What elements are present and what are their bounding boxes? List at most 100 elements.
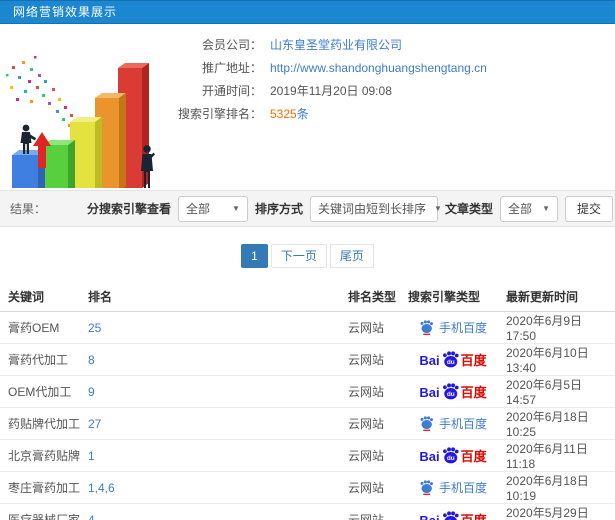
rank-cell: 1,4,6: [80, 471, 340, 504]
mobile-baidu-label: 手机百度: [438, 481, 487, 495]
rank-link[interactable]: 27: [88, 417, 101, 431]
sort-selected: 关键词由短到长排序: [317, 202, 426, 216]
rank-type-cell: 云网站: [340, 471, 400, 504]
mobile-baidu-label: 手机百度: [438, 417, 487, 431]
info-row-rank-count: 搜索引擎排名： 5325条: [170, 107, 487, 121]
col-rank: 排名: [80, 282, 340, 312]
updated-cell: 2020年6月18日 10:25: [498, 407, 615, 440]
engine-cell: 手机百度: [400, 407, 498, 440]
article-type-label: 文章类型: [444, 202, 493, 216]
rank-type-cell: 云网站: [340, 407, 400, 440]
result-label: 结果：: [10, 202, 47, 216]
table-row: OEM代加工 9 云网站 Bai du 百度 2020年6月5日 14:57: [0, 375, 615, 408]
baidu-paw-icon: du: [442, 447, 459, 464]
rank-link[interactable]: 4: [88, 513, 95, 520]
next-page-button[interactable]: 下一页: [270, 244, 327, 268]
col-rank-type: 排名类型: [340, 282, 400, 312]
chevron-down-icon: ▼: [232, 204, 240, 213]
company-info-list: 会员公司： 山东皇圣堂药业有限公司 推广地址： http://www.shand…: [170, 28, 487, 190]
businessman-left: [20, 124, 36, 154]
promo-url-link[interactable]: http://www.shandonghuangshengtang.cn: [270, 61, 487, 75]
rank-link[interactable]: 1: [88, 449, 95, 463]
baidu-paw-icon: du: [442, 383, 459, 400]
engine-cell: 手机百度: [400, 471, 498, 504]
keyword-cell: 医疗器械厂家: [0, 503, 80, 520]
rank-cell: 8: [80, 343, 340, 376]
sort-select[interactable]: 关键词由短到长排序 ▼: [309, 195, 442, 222]
open-time-label: 开通时间：: [201, 84, 262, 98]
baidu-hanzi-text: 百度: [460, 353, 487, 368]
article-type-select[interactable]: 全部 ▼: [499, 195, 558, 222]
rank-link[interactable]: 25: [88, 321, 101, 335]
confetti-dots: [6, 56, 77, 127]
col-keyword: 关键词: [0, 282, 80, 312]
mobile-baidu-logo: 手机百度: [419, 479, 487, 496]
table-header-row: 关键词 排名 排名类型 搜索引擎类型 最新更新时间: [0, 282, 615, 312]
engine-rank-label: 搜索引擎排名：: [177, 107, 262, 121]
keyword-cell: 膏药代加工: [0, 343, 80, 376]
page-button-current[interactable]: 1: [241, 244, 268, 268]
baidu-hanzi-text: 百度: [460, 385, 487, 400]
engine-view-select[interactable]: 全部 ▼: [177, 195, 248, 222]
baidu-bai-text: Bai: [419, 385, 440, 400]
table-row: 膏药代加工 8 云网站 Bai du 百度 2020年6月10日 13:40: [0, 343, 615, 376]
rank-type-cell: 云网站: [340, 343, 400, 376]
promo-url-label: 推广地址：: [201, 61, 262, 75]
updated-cell: 2020年6月11日 11:18: [498, 439, 615, 472]
baidu-logo: Bai du 百度: [419, 511, 487, 520]
baidu-paw-icon: du: [442, 511, 459, 520]
rank-cell: 27: [80, 407, 340, 440]
keyword-cell: 枣庄膏药加工: [0, 471, 80, 504]
table-row: 枣庄膏药加工 1,4,6 云网站 手机百度 2020年6月18日 10:19: [0, 471, 615, 504]
chevron-down-icon: ▼: [542, 204, 550, 213]
baidu-du-text: du: [446, 359, 454, 366]
rank-link[interactable]: 8: [88, 353, 95, 367]
submit-button[interactable]: 提交: [564, 195, 613, 222]
filter-controls: 分搜索引擎查看 全部 ▼ 排序方式 关键词由短到长排序 ▼ 文章类型 全部 ▼ …: [86, 195, 613, 222]
updated-cell: 2020年6月5日 14:57: [498, 375, 615, 408]
mobile-baidu-logo: 手机百度: [419, 319, 487, 336]
page-title-bar: 网络营销效果展示: [0, 0, 615, 24]
baidu-bai-text: Bai: [419, 449, 440, 464]
member-company-label: 会员公司：: [201, 38, 262, 52]
rank-type-cell: 云网站: [340, 311, 400, 344]
company-info-section: 会员公司： 山东皇圣堂药业有限公司 推广地址： http://www.shand…: [0, 24, 615, 190]
info-row-open-time: 开通时间： 2019年11月20日 09:08: [170, 84, 487, 98]
member-company-link[interactable]: 山东皇圣堂药业有限公司: [270, 38, 402, 52]
rank-type-cell: 云网站: [340, 375, 400, 408]
chevron-down-icon: ▼: [433, 204, 442, 213]
baidu-hanzi-text: 百度: [460, 449, 487, 464]
results-table: 关键词 排名 排名类型 搜索引擎类型 最新更新时间 膏药OEM 25 云网站 手…: [0, 282, 615, 520]
mobile-baidu-label: 手机百度: [438, 321, 487, 335]
rank-cell: 9: [80, 375, 340, 408]
engine-cell: Bai du 百度: [400, 503, 498, 520]
baidu-bai-text: Bai: [419, 353, 440, 368]
sort-label: 排序方式: [254, 202, 303, 216]
baidu-hanzi-text: 百度: [461, 514, 487, 520]
rank-cell: 1: [80, 439, 340, 472]
baidu-du-text: du: [446, 391, 454, 398]
baidu-logo: Bai du 百度: [419, 383, 487, 400]
engine-cell: Bai du 百度: [400, 375, 498, 408]
engine-view-label: 分搜索引擎查看: [86, 202, 171, 216]
baidu-bai-text: Bai: [419, 514, 439, 520]
rank-link[interactable]: 1,4,6: [88, 481, 115, 495]
table-row: 北京膏药贴牌 1 云网站 Bai du 百度 2020年6月11日 11:18: [0, 439, 615, 472]
rank-link[interactable]: 9: [88, 385, 95, 399]
info-row-member: 会员公司： 山东皇圣堂药业有限公司: [170, 38, 487, 52]
table-row: 医疗器械厂家 4 云网站 Bai du 百度 2020年5月29日 10:32: [0, 503, 615, 520]
col-updated: 最新更新时间: [498, 282, 615, 312]
table-row: 膏药OEM 25 云网站 手机百度 2020年6月9日 17:50: [0, 311, 615, 344]
engine-cell: Bai du 百度: [400, 343, 498, 376]
mobile-baidu-paw-icon: [420, 416, 433, 431]
keyword-cell: 药贴牌代加工: [0, 407, 80, 440]
engine-rank-value[interactable]: 5325条: [270, 107, 309, 121]
mobile-baidu-paw-icon: [420, 480, 433, 495]
last-page-button[interactable]: 尾页: [329, 244, 374, 268]
engine-cell: 手机百度: [400, 311, 498, 344]
rank-type-cell: 云网站: [340, 439, 400, 472]
rank-cell: 4: [80, 503, 340, 520]
table-row: 药贴牌代加工 27 云网站 手机百度 2020年6月18日 10:25: [0, 407, 615, 440]
baidu-logo: Bai du 百度: [419, 447, 487, 464]
article-type-selected: 全部: [507, 202, 532, 216]
